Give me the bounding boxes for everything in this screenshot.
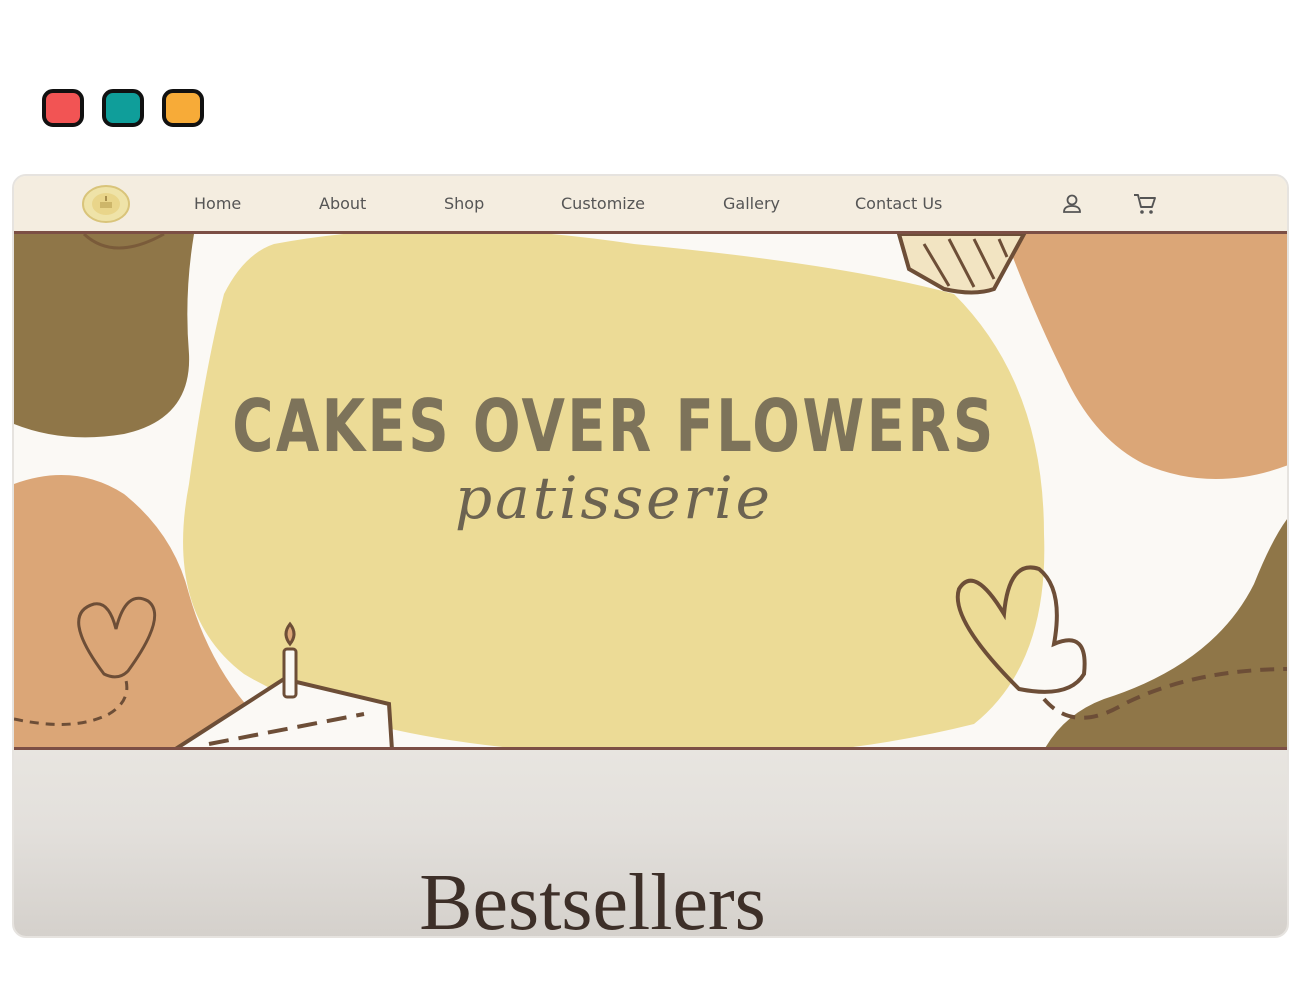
maximize-button[interactable]	[162, 89, 204, 127]
browser-viewport: Home About Shop Customize Gallery Contac…	[12, 174, 1289, 938]
user-icon[interactable]	[1059, 191, 1085, 217]
nav-about[interactable]: About	[319, 194, 366, 213]
nav-home[interactable]: Home	[194, 194, 241, 213]
minimize-button[interactable]	[102, 89, 144, 127]
hero-banner: CAKES OVER FLOWERS patisserie	[14, 234, 1287, 750]
nav-contact-us[interactable]: Contact Us	[855, 194, 942, 213]
bestsellers-section: Bestsellers	[14, 750, 1287, 938]
window-controls	[42, 89, 204, 127]
navbar: Home About Shop Customize Gallery Contac…	[14, 176, 1287, 234]
nav-shop[interactable]: Shop	[444, 194, 484, 213]
nav-gallery[interactable]: Gallery	[723, 194, 780, 213]
section-heading: Bestsellers	[419, 859, 766, 938]
hero-subtitle: patisserie	[454, 464, 774, 532]
nav-customize[interactable]: Customize	[561, 194, 645, 213]
cake-logo-icon[interactable]	[82, 184, 130, 224]
cart-icon[interactable]	[1132, 191, 1158, 217]
close-button[interactable]	[42, 89, 84, 127]
hero-title: CAKES OVER FLOWERS	[232, 384, 996, 468]
